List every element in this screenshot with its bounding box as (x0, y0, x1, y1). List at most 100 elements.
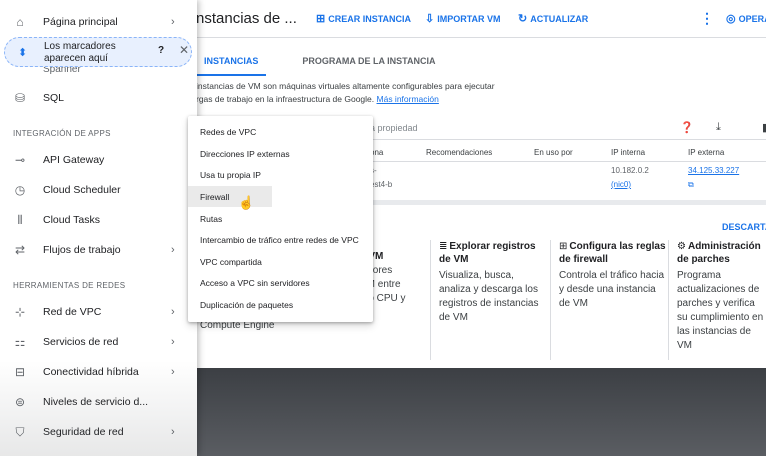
sidebar-item-api-gateway[interactable]: ⊸ API Gateway (0, 148, 197, 172)
pin-icon: ⬍ (18, 47, 28, 59)
tasks-icon: ⦀ (17, 212, 23, 227)
operations-button[interactable]: ◎ OPERA (726, 12, 766, 25)
zone-cell-2: est4-b (370, 180, 393, 189)
card-body: Programa actualizaciones de parches y ve… (677, 270, 764, 351)
learn-more-link[interactable]: Más información (377, 94, 439, 104)
submenu-item-routes[interactable]: Rutas (188, 208, 373, 229)
chevron-right-icon: › (171, 306, 175, 318)
create-instance-label: CREAR INSTANCIA (328, 13, 412, 24)
submenu-item-shared-vpc[interactable]: VPC compartida (188, 251, 373, 272)
external-ip-link[interactable]: 34.125.33.227 (688, 166, 739, 175)
card-title: Explorar registros de VM (439, 241, 536, 265)
sidebar-item-workflows[interactable]: ⇄ Flujos de trabajo › (0, 238, 197, 262)
col-in-use-by[interactable]: En uso por (534, 148, 573, 157)
navigation-drawer: ⌂ Página principal › Spanner ⬍ Los marca… (0, 0, 197, 456)
download-icon[interactable]: ⤓ (716, 121, 721, 134)
clock-icon: ◷ (14, 183, 26, 197)
sidebar-item-label: Servicios de red (43, 336, 119, 348)
list-icon: ≣ (439, 241, 448, 252)
vpc-network-submenu: Redes de VPC Direcciones IP externas Usa… (188, 116, 373, 322)
sidebar-item-network-tiers[interactable]: ⊜ Niveles de servicio d... (0, 390, 197, 414)
card-title: Configura las reglas de firewall (559, 241, 666, 265)
hand-cursor-icon: ☝ (238, 195, 255, 210)
home-icon: ⌂ (16, 15, 24, 29)
sidebar-item-label: Red de VPC (43, 306, 102, 318)
description-line-1: instancias de VM son máquinas virtuales … (196, 81, 495, 91)
import-vm-label: IMPORTAR VM (437, 13, 501, 24)
filter-input[interactable]: a propiedad (370, 123, 418, 133)
col-internal-ip[interactable]: IP interna (611, 148, 645, 157)
submenu-item-firewall[interactable]: Firewall (188, 186, 272, 207)
col-external-ip[interactable]: IP externa (688, 148, 724, 157)
sidebar-item-vpc-network[interactable]: ⊹ Red de VPC › (0, 300, 197, 324)
chevron-right-icon: › (171, 336, 175, 348)
chevron-right-icon: › (171, 426, 175, 438)
sidebar-item-cloud-scheduler[interactable]: ◷ Cloud Scheduler (0, 178, 197, 202)
submenu-item-vpc-networks[interactable]: Redes de VPC (188, 121, 373, 142)
sidebar-item-network-services[interactable]: ⚏ Servicios de red › (0, 330, 197, 354)
sidebar-item-cloud-tasks[interactable]: ⦀ Cloud Tasks (0, 208, 197, 232)
api-gateway-icon: ⊸ (14, 153, 26, 167)
network-tiers-icon: ⊜ (14, 395, 26, 409)
description-line-2: rgas de trabajo en la infraestructura de… (196, 94, 375, 104)
card-firewall-rules[interactable]: ⊞ Configura las reglas de firewall Contro… (550, 240, 668, 360)
page-title: nstancias de ... (196, 10, 297, 27)
chevron-right-icon: › (171, 16, 175, 28)
operations-label: OPERA (738, 13, 766, 24)
submenu-item-vpc-peering[interactable]: Intercambio de tráfico entre redes de VP… (188, 229, 373, 250)
card-body: Visualiza, busca, analiza y descarga los… (439, 270, 539, 323)
instances-description: instancias de VM son máquinas virtuales … (196, 80, 536, 106)
card-title: Administración de parches (677, 241, 761, 265)
tab-instances[interactable]: INSTANCIAS (196, 50, 267, 76)
import-icon: ⇩ (425, 13, 435, 25)
operations-icon: ◎ (726, 13, 736, 25)
submenu-item-external-ips[interactable]: Direcciones IP externas (188, 143, 373, 164)
sidebar-item-label: Flujos de trabajo (43, 244, 121, 256)
instance-tabs: INSTANCIAS PROGRAMA DE LA INSTANCIA (196, 50, 444, 76)
external-link-icon[interactable]: ⧉ (688, 180, 694, 190)
submenu-item-serverless-vpc-access[interactable]: Acceso a VPC sin servidores (188, 272, 373, 293)
dismiss-button[interactable]: DESCARTA (722, 222, 766, 232)
tab-instance-schedule[interactable]: PROGRAMA DE LA INSTANCIA (294, 50, 443, 76)
pinned-hint-text: Los marcadores aparecen aquí (44, 41, 116, 64)
sidebar-item-label: API Gateway (43, 154, 105, 166)
refresh-label: ACTUALIZAR (530, 13, 589, 24)
vpc-network-icon: ⊹ (14, 305, 26, 319)
sidebar-item-home[interactable]: ⌂ Página principal › (0, 10, 197, 34)
chevron-right-icon: › (171, 366, 175, 378)
sidebar-item-network-security[interactable]: ⛉ Seguridad de red › (0, 420, 197, 444)
internal-ip-cell: 10.182.0.2 (611, 166, 649, 175)
help-icon[interactable]: ❓ (680, 121, 694, 134)
network-services-icon: ⚏ (14, 335, 26, 349)
refresh-icon: ↻ (518, 13, 528, 25)
database-icon: ⛁ (14, 91, 26, 105)
nic-link[interactable]: (nic0) (611, 180, 631, 189)
card-body: Controla el tráfico hacia y desde una in… (559, 270, 665, 309)
card-patch-management[interactable]: ⚙ Administración de parches Programa actu… (668, 240, 766, 360)
close-icon[interactable]: ✕ (179, 43, 189, 57)
pinned-items-hint: ⬍ Los marcadores aparecen aquí ? ✕ (4, 37, 192, 67)
create-instance-button[interactable]: ⊞ CREAR INSTANCIA (316, 12, 411, 25)
sidebar-item-label: Cloud Tasks (43, 214, 101, 226)
sidebar-item-sql[interactable]: ⛁ SQL (0, 86, 197, 110)
card-explore-logs[interactable]: ≣ Explorar registros de VM Visualiza, bus… (430, 240, 548, 360)
sidebar-item-hybrid-connectivity[interactable]: ⊟ Conectividad híbrida › (0, 360, 197, 384)
workflows-icon: ⇄ (14, 243, 26, 257)
columns-icon[interactable]: ▮ (762, 121, 766, 134)
help-icon[interactable]: ? (158, 45, 164, 56)
sidebar-item-label: Página principal (43, 16, 118, 28)
submenu-item-byoip[interactable]: Usa tu propia IP (188, 164, 373, 185)
bottom-overlay (196, 368, 766, 456)
col-recommendations[interactable]: Recomendaciones (426, 148, 492, 157)
sidebar-item-label: SQL (43, 92, 65, 104)
chevron-right-icon: › (171, 244, 175, 256)
sidebar-item-label: Cloud Scheduler (43, 184, 121, 196)
network-security-icon: ⛉ (15, 424, 25, 439)
sidebar-item-label: Conectividad híbrida (43, 366, 139, 378)
import-vm-button[interactable]: ⇩ IMPORTAR VM (425, 12, 501, 25)
section-app-integration: INTEGRACIÓN DE APPS (13, 129, 111, 138)
refresh-button[interactable]: ↻ ACTUALIZAR (518, 12, 588, 25)
more-options-icon[interactable]: ⋮ (700, 10, 714, 27)
grid-icon: ⊞ (559, 241, 568, 252)
submenu-item-packet-mirroring[interactable]: Duplicación de paquetes (188, 294, 373, 315)
